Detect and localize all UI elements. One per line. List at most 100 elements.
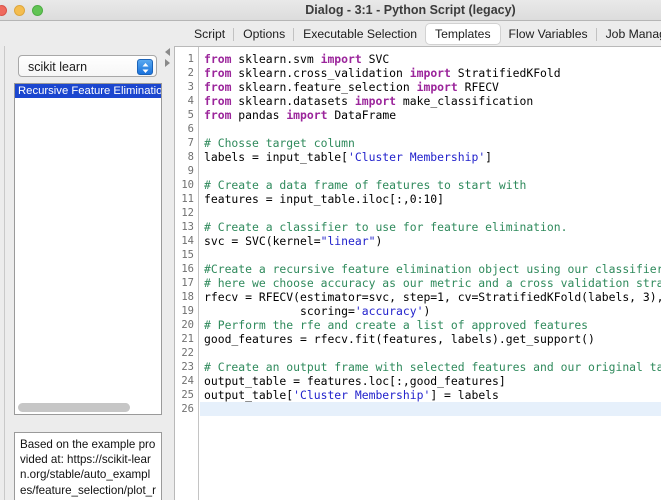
- code-token: # here we choose accuracy as our metric …: [204, 276, 661, 290]
- line-number: 26: [181, 403, 194, 415]
- line-number: 13: [181, 221, 194, 233]
- dialog-content: scikit learn Recursive Feature Eliminati…: [0, 46, 661, 500]
- code-token: pandas: [231, 108, 287, 122]
- code-line[interactable]: from sklearn.cross_validation import Str…: [200, 66, 661, 80]
- line-number: 20: [181, 319, 194, 331]
- collapse-right-icon[interactable]: [165, 59, 170, 67]
- code-token: 'accuracy': [354, 304, 424, 318]
- code-token: import: [416, 80, 458, 94]
- code-token: good_features = rfecv.fit(features, labe…: [204, 332, 595, 346]
- code-line[interactable]: from sklearn.svm import SVC: [200, 52, 661, 66]
- window-title: Dialog - 3:1 - Python Script (legacy): [305, 3, 516, 17]
- code-token: RFECV: [457, 80, 499, 94]
- code-token: import: [409, 66, 451, 80]
- code-token: scoring=: [204, 304, 355, 318]
- code-line[interactable]: output_table['Cluster Membership'] = lab…: [200, 388, 661, 402]
- title-bar: Dialog - 3:1 - Python Script (legacy): [0, 0, 661, 21]
- code-token: # Perform the rfe and create a list of a…: [204, 318, 589, 332]
- tab-script[interactable]: Script: [185, 24, 234, 44]
- code-line[interactable]: svc = SVC(kernel="linear"): [200, 234, 661, 248]
- code-token: sklearn.datasets: [231, 94, 355, 108]
- line-number: 4: [187, 95, 194, 107]
- list-item[interactable]: Recursive Feature Elimination wi: [15, 84, 161, 98]
- code-token: from: [204, 52, 232, 66]
- category-combobox-value: scikit learn: [28, 60, 88, 74]
- dialog-window: Dialog - 3:1 - Python Script (legacy) Sc…: [0, 0, 661, 500]
- line-number: 22: [181, 347, 194, 359]
- category-combobox[interactable]: scikit learn: [18, 55, 157, 77]
- code-token: StratifiedKFold: [450, 66, 561, 80]
- code-token: ): [423, 304, 431, 318]
- code-token: DataFrame: [327, 108, 397, 122]
- code-token: import: [320, 52, 362, 66]
- code-line[interactable]: good_features = rfecv.fit(features, labe…: [200, 332, 661, 346]
- code-token: # Create a data frame of features to sta…: [204, 178, 527, 192]
- code-token: rfecv = RFECV(estimator=svc, step=1, cv=…: [204, 290, 661, 304]
- line-number: 3: [187, 81, 194, 93]
- code-token: from: [204, 94, 232, 108]
- code-token: #Create a recursive feature elimination …: [204, 262, 661, 276]
- code-token: sklearn.svm: [231, 52, 321, 66]
- code-line[interactable]: # here we choose accuracy as our metric …: [200, 276, 661, 290]
- code-line[interactable]: [200, 206, 661, 220]
- code-token: SVC: [361, 52, 390, 66]
- tab-flow-variables[interactable]: Flow Variables: [500, 24, 597, 44]
- code-line[interactable]: [200, 248, 661, 262]
- code-line[interactable]: # Perform the rfe and create a list of a…: [200, 318, 661, 332]
- collapse-left-icon[interactable]: [165, 48, 170, 56]
- code-line[interactable]: from sklearn.datasets import make_classi…: [200, 94, 661, 108]
- template-description: Based on the example provided at: https:…: [14, 432, 162, 500]
- code-token: sklearn.feature_selection: [231, 80, 417, 94]
- code-token: from: [204, 108, 232, 122]
- code-token: output_table = features.loc[:,good_featu…: [204, 374, 506, 388]
- code-line[interactable]: [200, 402, 661, 416]
- tab-executable-selection[interactable]: Executable Selection: [293, 24, 426, 44]
- code-line[interactable]: labels = input_table['Cluster Membership…: [200, 150, 661, 164]
- code-editor[interactable]: 1 2 3 4 5 6 7 8 9 10 11 12 13 14 15 16 17 18 19 20 21 22 23 24 2…: [174, 46, 661, 500]
- template-list[interactable]: Recursive Feature Elimination wi: [14, 83, 162, 415]
- line-number: 21: [181, 333, 194, 345]
- code-token: # Chosse target column: [204, 136, 355, 150]
- code-token: import: [286, 108, 328, 122]
- line-number: 23: [181, 361, 194, 373]
- code-line[interactable]: features = input_table.iloc[:,0:10]: [200, 192, 661, 206]
- code-token: ] = labels: [430, 388, 499, 402]
- code-token: # Create a classifier to use for feature…: [204, 220, 568, 234]
- tab-job-manager-selection[interactable]: Job Manager Selectio: [595, 24, 661, 44]
- code-line[interactable]: [200, 164, 661, 178]
- templates-sidebar: scikit learn Recursive Feature Eliminati…: [0, 46, 163, 500]
- template-list-hscrollbar[interactable]: [14, 402, 162, 414]
- code-token: import: [354, 94, 397, 108]
- code-token: # Create an output frame with selected f…: [204, 360, 661, 374]
- code-line[interactable]: # Chosse target column: [200, 136, 661, 150]
- line-number: 6: [187, 123, 194, 135]
- code-token: output_table[: [204, 388, 294, 402]
- tab-templates[interactable]: Templates: [426, 23, 500, 44]
- chevron-updown-icon[interactable]: [137, 59, 153, 75]
- code-token: labels = input_table[: [204, 150, 349, 164]
- line-number: 18: [181, 291, 194, 303]
- code-text-area[interactable]: from sklearn.svm import SVC from sklearn.…: [200, 47, 661, 500]
- code-line[interactable]: scoring='accuracy'): [200, 304, 661, 318]
- code-token: 'Cluster Membership': [348, 150, 486, 164]
- code-line[interactable]: rfecv = RFECV(estimator=svc, step=1, cv=…: [200, 290, 661, 304]
- code-line[interactable]: # Create a classifier to use for feature…: [200, 220, 661, 234]
- pane-splitter[interactable]: [163, 46, 174, 500]
- code-token: features = input_table.iloc[:,0:10]: [204, 192, 445, 206]
- code-line[interactable]: #Create a recursive feature elimination …: [200, 262, 661, 276]
- code-line[interactable]: [200, 122, 661, 136]
- tab-options[interactable]: Options: [233, 24, 294, 44]
- code-line[interactable]: [200, 346, 661, 360]
- code-line[interactable]: from pandas import DataFrame: [200, 108, 661, 122]
- code-line[interactable]: from sklearn.feature_selection import RF…: [200, 80, 661, 94]
- scrollbar-thumb[interactable]: [18, 403, 130, 412]
- line-number: 17: [181, 277, 194, 289]
- line-number: 5: [187, 109, 194, 121]
- line-number: 11: [181, 193, 194, 205]
- code-line[interactable]: output_table = features.loc[:,good_featu…: [200, 374, 661, 388]
- line-number: 19: [181, 305, 194, 317]
- code-line[interactable]: # Create a data frame of features to sta…: [200, 178, 661, 192]
- code-line[interactable]: # Create an output frame with selected f…: [200, 360, 661, 374]
- code-token: make_classification: [396, 94, 534, 108]
- code-token: from: [204, 66, 232, 80]
